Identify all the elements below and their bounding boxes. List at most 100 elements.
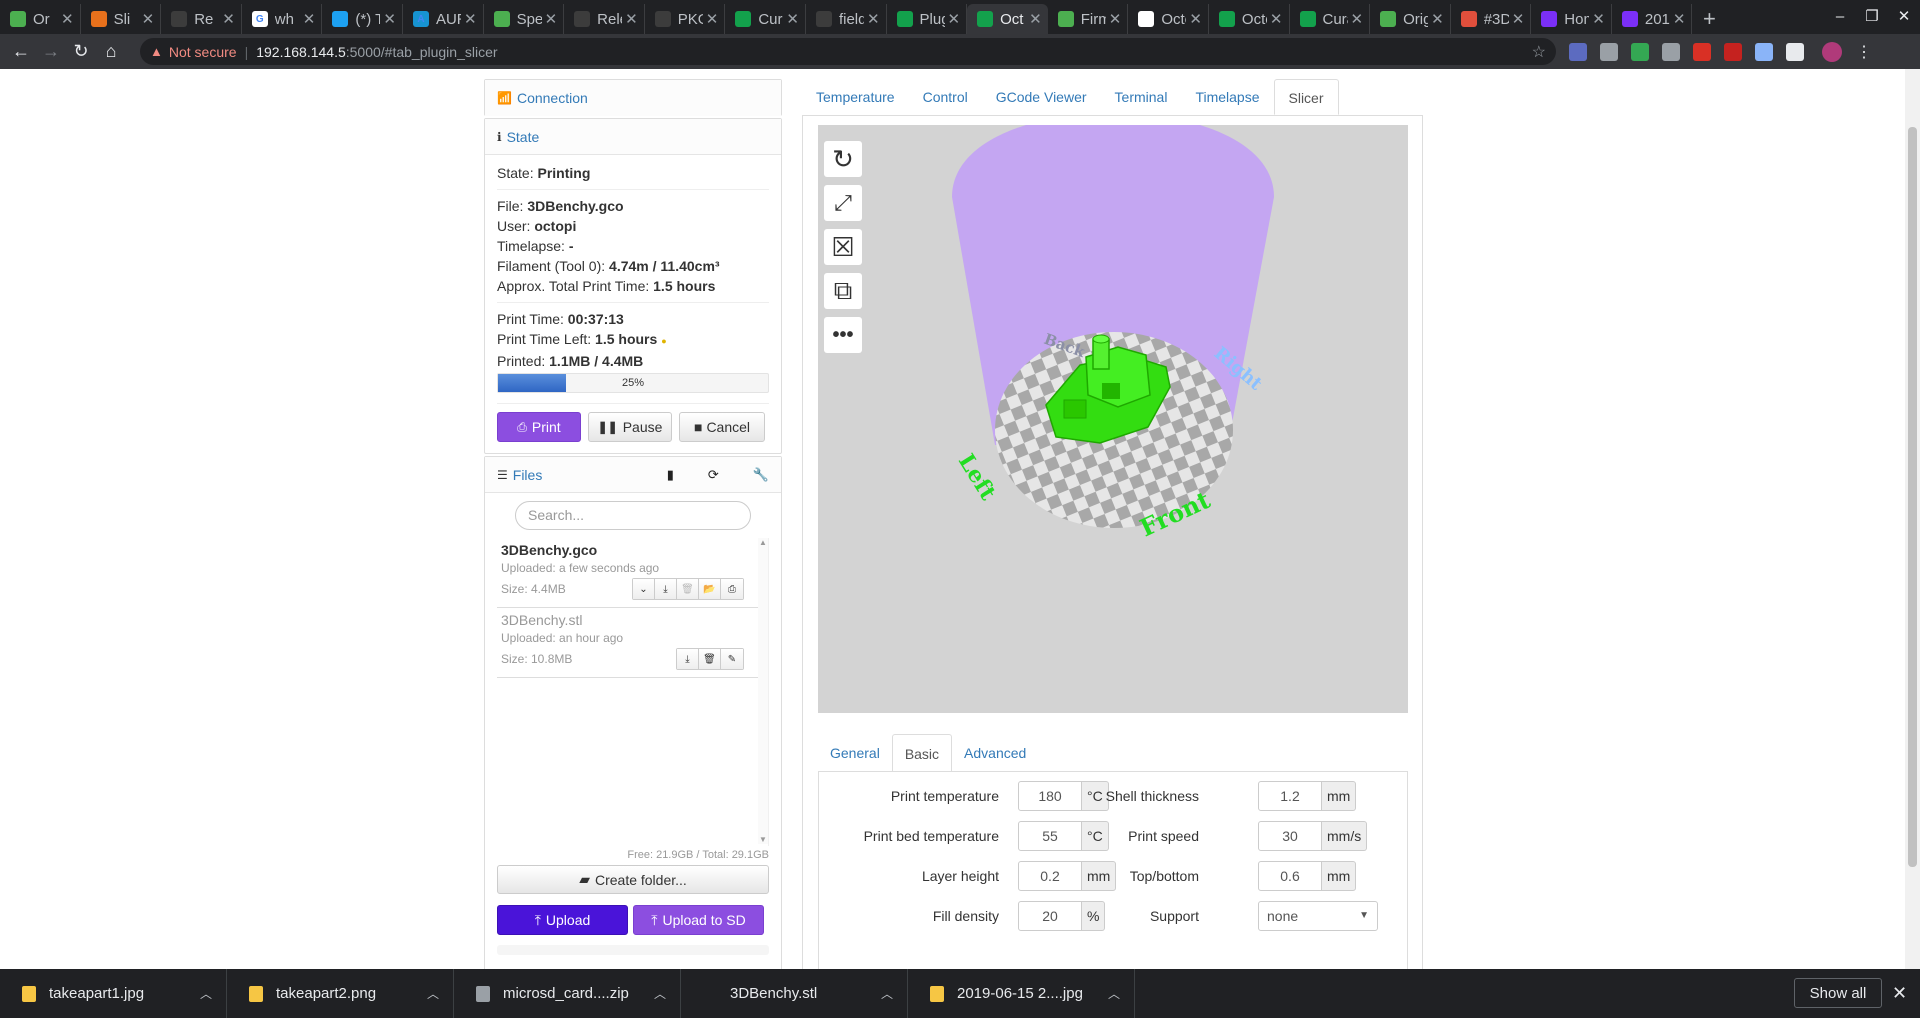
build-volume-canvas[interactable]: Back Right Left Front bbox=[818, 125, 1408, 713]
print-file-icon[interactable]: ⎙ bbox=[721, 579, 743, 599]
browser-tab[interactable]: CuraE✕ bbox=[1290, 4, 1371, 34]
create-folder-button[interactable]: ▰ Create folder... bbox=[497, 865, 769, 894]
extension-icon[interactable] bbox=[1693, 42, 1711, 61]
extension-icon[interactable] bbox=[1662, 42, 1680, 61]
new-tab-button[interactable]: + bbox=[1692, 4, 1726, 34]
close-tab-icon[interactable]: ✕ bbox=[383, 10, 396, 28]
browser-tab[interactable]: #3DB✕ bbox=[1451, 4, 1532, 34]
back-icon[interactable]: ← bbox=[6, 41, 36, 62]
tab-control[interactable]: Control bbox=[909, 79, 982, 115]
close-tab-icon[interactable]: ✕ bbox=[786, 10, 799, 28]
menu-kebab-icon[interactable]: ⋮ bbox=[1856, 42, 1872, 62]
close-tab-icon[interactable]: ✕ bbox=[948, 10, 961, 28]
browser-tab[interactable]: Home✕ bbox=[1531, 4, 1612, 34]
close-tab-icon[interactable]: ✕ bbox=[142, 10, 155, 28]
address-bar[interactable]: ▲ Not secure | 192.168.144.5 :5000/#tab_… bbox=[140, 38, 1556, 65]
browser-tab[interactable]: Cura C✕ bbox=[725, 4, 806, 34]
rotate-tool-button[interactable]: ↻ bbox=[824, 141, 862, 177]
browser-tab[interactable]: Firmw✕ bbox=[1048, 4, 1129, 34]
file-list-scrollbar[interactable]: ▲ ▼ bbox=[758, 538, 768, 844]
top-bottom-field[interactable]: 0.6 mm bbox=[1258, 861, 1357, 891]
file-list[interactable]: 3DBenchy.gco Uploaded: a few seconds ago… bbox=[497, 538, 769, 846]
more-tools-button[interactable]: ••• bbox=[824, 317, 862, 353]
close-tab-icon[interactable]: ✕ bbox=[1592, 10, 1605, 28]
browser-tab[interactable]: A AUR (✕ bbox=[403, 4, 484, 34]
upload-sd-button[interactable]: ⤒ Upload to SD bbox=[633, 905, 764, 935]
remove-model-button[interactable]: ☒ bbox=[824, 229, 862, 265]
extension-icon[interactable] bbox=[1600, 42, 1618, 61]
slicer-3d-viewer[interactable]: Back Right Left Front ↻ ⤢ ☒ ⧉ ••• bbox=[818, 125, 1408, 713]
browser-tab[interactable]: fieldO✕ bbox=[806, 4, 887, 34]
support-select[interactable]: none ▼ bbox=[1258, 901, 1378, 931]
extension-icon[interactable] bbox=[1569, 42, 1587, 61]
browser-tab[interactable]: (*) Tw✕ bbox=[322, 4, 403, 34]
extension-icon[interactable] bbox=[1724, 42, 1742, 61]
connection-link[interactable]: Connection bbox=[517, 90, 588, 106]
scrollbar-thumb[interactable] bbox=[1908, 127, 1917, 867]
close-tab-icon[interactable]: ✕ bbox=[1189, 10, 1202, 28]
connection-header[interactable]: 📶 Connection bbox=[485, 80, 781, 116]
delete-icon[interactable]: 🗑 bbox=[699, 649, 721, 669]
download-icon[interactable]: ⤓ bbox=[677, 649, 699, 669]
close-tab-icon[interactable]: ✕ bbox=[706, 10, 719, 28]
chevron-up-icon[interactable]: ︿ bbox=[867, 985, 907, 1002]
close-tab-icon[interactable]: ✕ bbox=[464, 10, 477, 28]
close-tab-icon[interactable]: ✕ bbox=[625, 10, 638, 28]
tab-temperature[interactable]: Temperature bbox=[802, 79, 909, 115]
chevron-up-icon[interactable]: ︿ bbox=[413, 985, 453, 1002]
download-item[interactable]: 2019-06-15 2....jpg ︿ bbox=[908, 969, 1135, 1018]
wrench-icon[interactable]: 🔧 bbox=[753, 467, 769, 483]
tab-advanced[interactable]: Advanced bbox=[952, 734, 1038, 772]
load-icon[interactable]: 📂 bbox=[699, 579, 721, 599]
refresh-icon[interactable]: ⟳ bbox=[708, 467, 719, 483]
download-icon[interactable]: ⤓ bbox=[655, 579, 677, 599]
browser-tab[interactable]: 2019-✕ bbox=[1612, 4, 1693, 34]
tab-terminal[interactable]: Terminal bbox=[1101, 79, 1182, 115]
close-tab-icon[interactable]: ✕ bbox=[867, 10, 880, 28]
extension-icon[interactable] bbox=[1786, 42, 1804, 61]
download-item[interactable]: 3DBenchy.stl ︿ bbox=[681, 969, 908, 1018]
scale-tool-button[interactable]: ⤢ bbox=[824, 185, 862, 221]
slice-wand-icon[interactable]: ✎ bbox=[721, 649, 743, 669]
print-speed-field[interactable]: 30 mm/s bbox=[1258, 821, 1368, 851]
new-file-icon[interactable]: ▮ bbox=[667, 467, 674, 483]
tab-slicer[interactable]: Slicer bbox=[1273, 79, 1339, 115]
extension-icon[interactable] bbox=[1631, 42, 1649, 61]
close-window-icon[interactable]: ✕ bbox=[1888, 0, 1920, 34]
state-link[interactable]: State bbox=[507, 129, 540, 145]
close-tab-icon[interactable]: ✕ bbox=[61, 10, 74, 28]
delete-icon[interactable]: 🗑 bbox=[677, 579, 699, 599]
close-tab-icon[interactable]: ✕ bbox=[303, 10, 316, 28]
reload-icon[interactable]: ↻ bbox=[66, 41, 96, 62]
close-tab-icon[interactable]: ✕ bbox=[1351, 10, 1364, 28]
browser-tab[interactable]: Origin✕ bbox=[1370, 4, 1451, 34]
close-tab-icon[interactable]: ✕ bbox=[1673, 10, 1686, 28]
close-tab-icon[interactable]: ✕ bbox=[1270, 10, 1283, 28]
close-tab-icon[interactable]: ✕ bbox=[1512, 10, 1525, 28]
maximize-icon[interactable]: ❐ bbox=[1856, 0, 1888, 34]
chevron-up-icon[interactable]: ︿ bbox=[1094, 985, 1134, 1002]
close-tab-icon[interactable]: ✕ bbox=[1109, 10, 1122, 28]
chevron-up-icon[interactable]: ︿ bbox=[640, 985, 680, 1002]
tab-general[interactable]: General bbox=[818, 734, 892, 772]
pause-button[interactable]: ❚❚ Pause bbox=[588, 412, 672, 442]
file-list-item[interactable]: 3DBenchy.gco Uploaded: a few seconds ago… bbox=[497, 538, 768, 608]
browser-tab[interactable]: Relea✕ bbox=[564, 4, 645, 34]
print-button[interactable]: ⎙ Print bbox=[497, 412, 581, 442]
browser-tab[interactable]: Gwh ✕ bbox=[242, 4, 323, 34]
browser-tab[interactable]: Plugin✕ bbox=[887, 4, 968, 34]
tab-timelapse[interactable]: Timelapse bbox=[1181, 79, 1273, 115]
browser-tab[interactable]: OctoP✕ bbox=[1209, 4, 1290, 34]
files-link[interactable]: Files bbox=[513, 467, 543, 483]
browser-tab[interactable]: Sli ✕ bbox=[81, 4, 162, 34]
forward-icon[interactable]: → bbox=[36, 41, 66, 62]
browser-tab[interactable]: Oct ✕ bbox=[967, 4, 1048, 34]
close-shelf-icon[interactable]: ✕ bbox=[1892, 978, 1907, 1008]
upload-button[interactable]: ⤒ Upload bbox=[497, 905, 628, 935]
state-header[interactable]: ℹ State bbox=[485, 119, 781, 155]
file-search-input[interactable]: Search... bbox=[515, 501, 751, 530]
close-tab-icon[interactable]: ✕ bbox=[1431, 10, 1444, 28]
extension-icon[interactable] bbox=[1755, 42, 1773, 61]
file-list-item[interactable]: 3DBenchy.stl Uploaded: an hour ago Size:… bbox=[497, 608, 768, 678]
close-tab-icon[interactable]: ✕ bbox=[1029, 10, 1042, 28]
